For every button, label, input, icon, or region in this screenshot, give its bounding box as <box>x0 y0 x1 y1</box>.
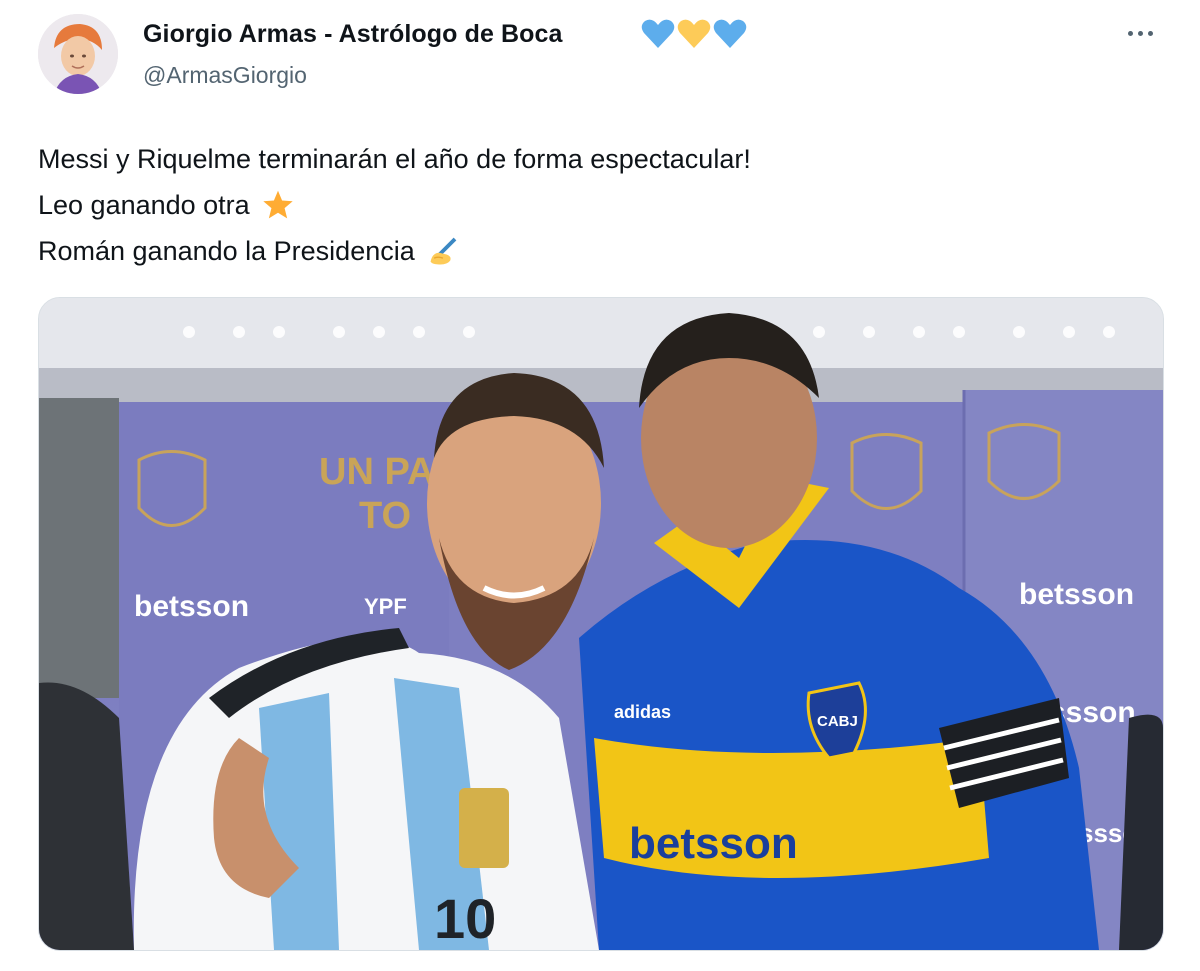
boca-sponsor-label: betsson <box>629 819 798 868</box>
more-options-button[interactable] <box>1120 18 1160 48</box>
avatar-image <box>38 14 118 94</box>
boca-brand-label: adidas <box>614 702 671 722</box>
author-handle[interactable]: @ArmasGiorgio <box>143 62 307 89</box>
backdrop-sponsor-betsson: betsson <box>1019 578 1134 611</box>
author-name[interactable]: Giorgio Armas - Astrólogo de Boca <box>143 20 563 49</box>
backdrop-slogan-2: TO <box>359 495 411 537</box>
writing-hand-emoji-icon <box>430 237 457 265</box>
photo-illustration: UN PA TO betsson YPF betsson ssson ssson <box>39 298 1163 950</box>
backdrop-sponsor-ypf: YPF <box>364 594 407 619</box>
author-avatar[interactable] <box>38 14 118 94</box>
tweet-text: Messi y Riquelme terminarán el año de fo… <box>38 136 751 274</box>
tweet-line: Román ganando la Presidencia <box>38 228 751 274</box>
star-emoji-icon <box>263 190 293 219</box>
backdrop-slogan-1: UN PA <box>319 451 434 493</box>
tweet-photo[interactable]: UN PA TO betsson YPF betsson ssson ssson <box>38 297 1164 951</box>
blue-heart-icon <box>641 19 675 48</box>
name-emoji-group <box>641 18 747 50</box>
ellipsis-icon <box>1147 30 1153 36</box>
ellipsis-icon <box>1137 30 1143 36</box>
tweet-card: Giorgio Armas - Astrólogo de Boca @Armas… <box>0 0 1200 971</box>
tweet-line: Messi y Riquelme terminarán el año de fo… <box>38 136 751 182</box>
tweet-line-text: Leo ganando otra <box>38 190 250 220</box>
tweet-line-text: Román ganando la Presidencia <box>38 236 415 266</box>
messi-number: 10 <box>434 887 496 950</box>
yellow-heart-icon <box>677 19 711 48</box>
backdrop-sponsor-betsson: betsson <box>134 590 249 623</box>
tweet-line: Leo ganando otra <box>38 182 751 228</box>
boca-crest-label: CABJ <box>817 713 858 730</box>
tweet-line-text: Messi y Riquelme terminarán el año de fo… <box>38 144 751 174</box>
stands <box>39 398 119 698</box>
blue-heart-icon <box>713 19 747 48</box>
ellipsis-icon <box>1127 30 1133 36</box>
